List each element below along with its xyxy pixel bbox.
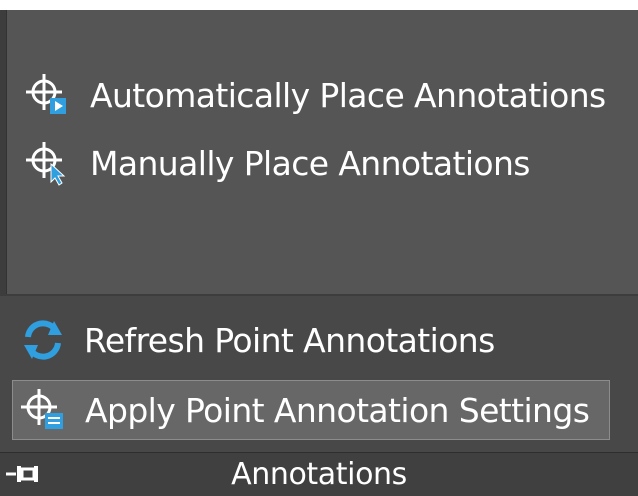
manually-place-annotations-label: Manually Place Annotations [90, 143, 530, 183]
manually-place-annotations-button[interactable]: Manually Place Annotations [24, 134, 530, 192]
crosshair-settings-icon [19, 385, 69, 435]
automatically-place-annotations-label: Automatically Place Annotations [90, 75, 606, 115]
apply-point-annotation-settings-label: Apply Point Annotation Settings [85, 390, 590, 430]
refresh-point-annotations-label: Refresh Point Annotations [84, 320, 495, 360]
automatically-place-annotations-button[interactable]: Automatically Place Annotations [24, 66, 606, 124]
crosshair-cursor-icon [24, 138, 74, 188]
refresh-icon [18, 315, 68, 365]
panel-title: Annotations [231, 457, 407, 492]
refresh-point-annotations-button[interactable]: Refresh Point Annotations [18, 311, 495, 369]
panel-footer: Annotations [0, 452, 638, 496]
apply-point-annotation-settings-button[interactable]: Apply Point Annotation Settings [12, 380, 610, 440]
crosshair-play-icon [24, 70, 74, 120]
top-edge [0, 0, 638, 10]
